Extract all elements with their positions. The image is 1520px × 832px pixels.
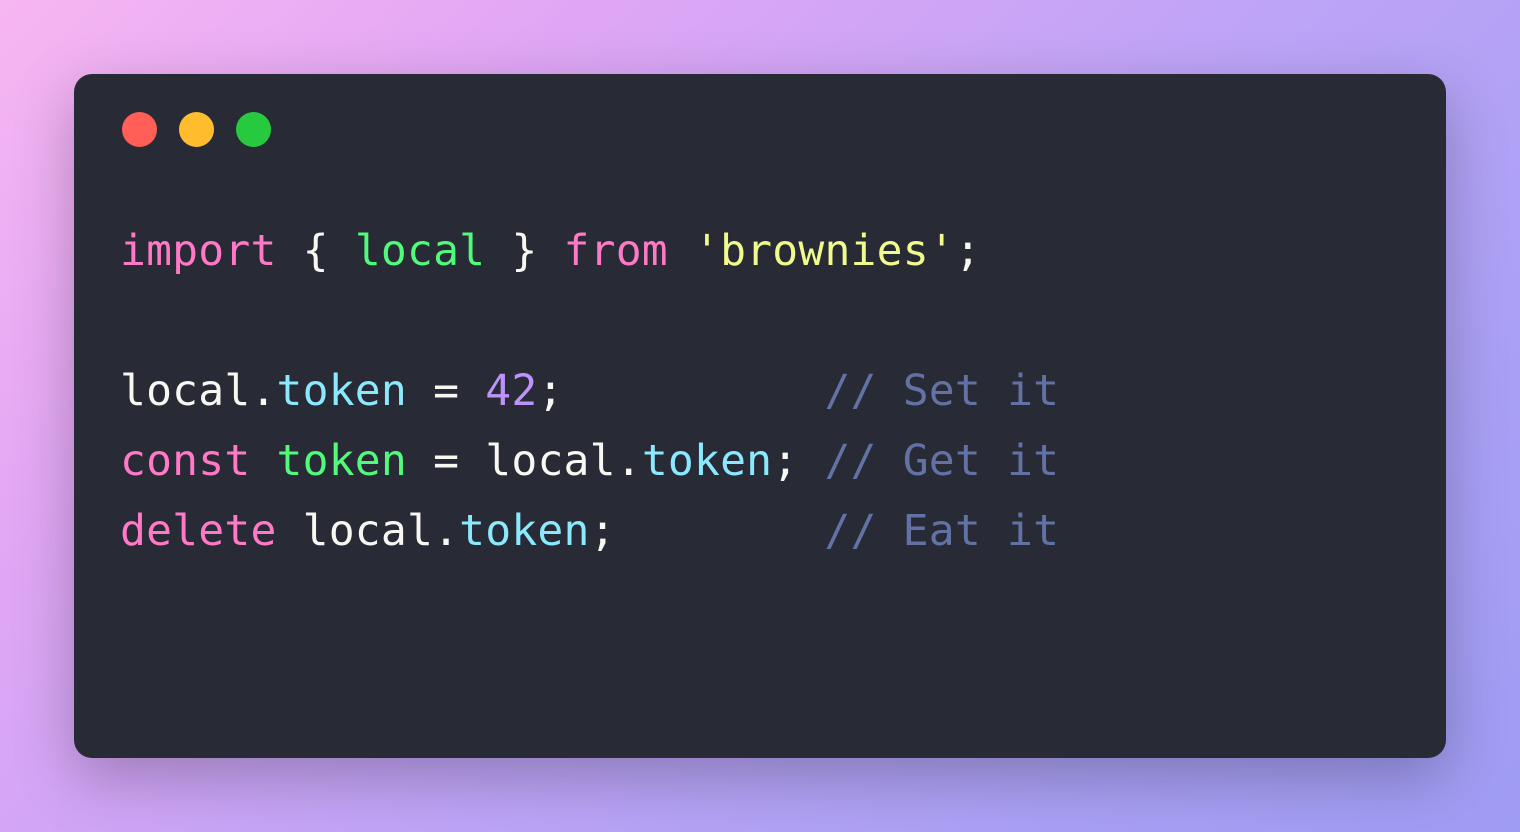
traffic-light-zoom[interactable]: [236, 112, 271, 147]
code-token: {: [303, 226, 329, 276]
window-titlebar: [120, 112, 1400, 147]
code-token: local: [120, 366, 250, 416]
code-token: [250, 436, 276, 486]
code-token: [407, 436, 433, 486]
code-token: [668, 226, 694, 276]
code-token: .: [616, 436, 642, 486]
code-token: local: [355, 226, 485, 276]
code-token: from: [564, 226, 668, 276]
code-token: .: [250, 366, 276, 416]
code-token: token: [642, 436, 772, 486]
code-token: 42: [485, 366, 537, 416]
traffic-light-close[interactable]: [122, 112, 157, 147]
code-token: local: [277, 506, 434, 556]
code-block: import { local } from 'brownies'; local.…: [120, 217, 1400, 566]
code-token: .: [433, 506, 459, 556]
code-token: [564, 366, 825, 416]
code-line: [120, 287, 1400, 357]
code-token: [329, 226, 355, 276]
code-token: const: [120, 436, 250, 486]
code-token: =: [433, 436, 459, 486]
code-token: [407, 366, 433, 416]
code-token: // Set it: [824, 366, 1059, 416]
code-token: token: [277, 366, 407, 416]
code-window: import { local } from 'brownies'; local.…: [74, 74, 1446, 758]
code-token: [277, 226, 303, 276]
code-token: // Get it: [824, 436, 1059, 486]
code-line: delete local.token; // Eat it: [120, 497, 1400, 567]
traffic-light-minimize[interactable]: [179, 112, 214, 147]
code-token: ;: [590, 506, 616, 556]
code-line: local.token = 42; // Set it: [120, 357, 1400, 427]
code-token: import: [120, 226, 277, 276]
code-token: ;: [955, 226, 981, 276]
code-token: delete: [120, 506, 277, 556]
code-token: [616, 506, 825, 556]
code-token: =: [433, 366, 459, 416]
code-token: [798, 436, 824, 486]
code-line: import { local } from 'brownies';: [120, 217, 1400, 287]
code-token: token: [277, 436, 407, 486]
code-token: [485, 226, 511, 276]
code-token: 'brownies': [694, 226, 955, 276]
code-token: // Eat it: [824, 506, 1059, 556]
code-token: local: [459, 436, 616, 486]
code-token: [537, 226, 563, 276]
code-token: token: [459, 506, 589, 556]
code-line: const token = local.token; // Get it: [120, 427, 1400, 497]
code-token: }: [511, 226, 537, 276]
code-token: ;: [537, 366, 563, 416]
code-token: ;: [772, 436, 798, 486]
code-token: [459, 366, 485, 416]
